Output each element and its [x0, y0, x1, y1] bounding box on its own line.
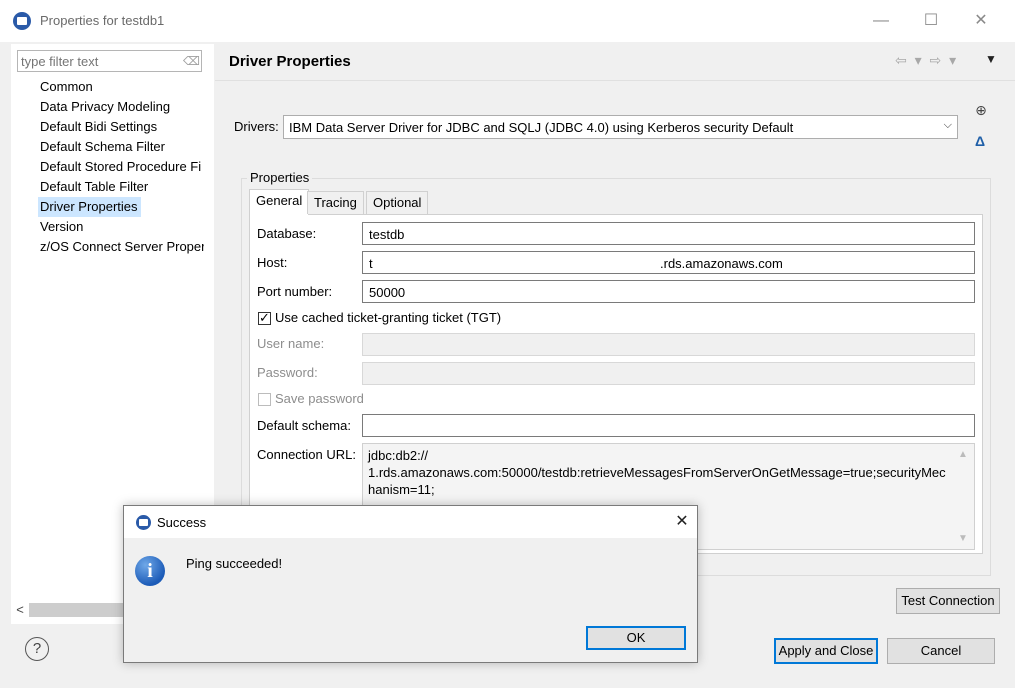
database-label: Database:: [257, 226, 317, 241]
filter-input[interactable]: [21, 52, 181, 70]
ok-button[interactable]: OK: [586, 626, 686, 650]
port-field[interactable]: 50000: [362, 280, 975, 303]
header-separator: [215, 80, 1015, 81]
app-icon: [13, 12, 31, 30]
scroll-left-icon[interactable]: <: [11, 601, 29, 619]
connection-url-line-2: 1.rds.amazonaws.com:50000/testdb:retriev…: [368, 465, 946, 480]
save-password-checkbox[interactable]: [258, 393, 271, 406]
tree-item-version[interactable]: Version: [38, 217, 204, 237]
tab-general[interactable]: General: [249, 189, 310, 215]
tree-item-common[interactable]: Common: [38, 77, 204, 97]
use-tgt-label: Use cached ticket-granting ticket (TGT): [275, 310, 502, 325]
tree-item-data-privacy-modeling[interactable]: Data Privacy Modeling: [38, 97, 204, 117]
page-title: Driver Properties: [229, 53, 351, 70]
tab-optional[interactable]: Optional: [366, 191, 429, 214]
port-label: Port number:: [257, 284, 333, 299]
tree-item-default-table-filter[interactable]: Default Table Filter: [38, 177, 204, 197]
new-driver-icon[interactable]: ⊕: [972, 101, 990, 119]
chevron-down-icon: ⌵: [943, 119, 952, 131]
port-value: 50000: [369, 285, 406, 300]
host-value-suffix: .rds.amazonaws.com: [660, 256, 783, 271]
drivers-select[interactable]: IBM Data Server Driver for JDBC and SQLJ…: [283, 115, 958, 139]
help-icon[interactable]: ?: [25, 637, 49, 661]
connection-url-label: Connection URL:: [257, 447, 356, 462]
default-schema-field[interactable]: [362, 414, 975, 437]
use-tgt-checkbox[interactable]: [258, 310, 271, 326]
database-value: testdb: [369, 227, 405, 242]
window-title: Properties for testdb1: [40, 13, 165, 28]
tree-item-zos-connect-server-properties[interactable]: z/OS Connect Server Proper: [38, 237, 204, 257]
tab-tracing[interactable]: Tracing: [307, 191, 364, 214]
clear-filter-icon[interactable]: ⌫: [183, 53, 200, 69]
dialog-app-icon: [136, 515, 151, 530]
edit-driver-icon[interactable]: Δ: [971, 132, 989, 150]
tree-item-default-schema-filter[interactable]: Default Schema Filter: [38, 137, 204, 157]
info-icon: i: [135, 556, 165, 586]
save-password-label: Save password: [275, 391, 364, 406]
password-label: Password:: [257, 365, 318, 380]
back-forward-icons[interactable]: ⇦ ▾ ⇨ ▾: [895, 52, 958, 69]
scroll-up-icon[interactable]: ▲: [958, 449, 968, 460]
host-value-prefix: t: [369, 256, 373, 271]
connection-url-line-1: jdbc:db2://: [368, 448, 428, 463]
user-name-label: User name:: [257, 336, 325, 351]
dialog-message: Ping succeeded!: [186, 556, 283, 571]
dialog-title: Success: [157, 515, 207, 530]
tree-item-driver-properties[interactable]: Driver Properties: [38, 197, 141, 217]
apply-and-close-button[interactable]: Apply and Close: [774, 638, 878, 664]
drivers-label: Drivers:: [234, 119, 279, 134]
dialog-title-bar: [124, 506, 697, 538]
tree-item-default-stored-procedure-filter[interactable]: Default Stored Procedure Fi: [38, 157, 204, 177]
host-label: Host:: [257, 255, 288, 270]
database-field[interactable]: testdb: [362, 222, 975, 245]
tree-item-default-bidi-settings[interactable]: Default Bidi Settings: [38, 117, 204, 137]
cancel-button[interactable]: Cancel: [887, 638, 995, 664]
close-icon[interactable]: ✕: [966, 8, 996, 34]
host-field[interactable]: t .rds.amazonaws.com: [362, 251, 975, 274]
test-connection-button[interactable]: Test Connection: [896, 588, 1000, 614]
maximize-icon[interactable]: ☐: [916, 8, 946, 34]
view-menu-icon[interactable]: ▼: [985, 52, 997, 66]
user-name-field[interactable]: [362, 333, 975, 356]
drivers-select-value: IBM Data Server Driver for JDBC and SQLJ…: [289, 120, 794, 135]
filter-box[interactable]: ⌫: [17, 50, 202, 72]
properties-group-label: Properties: [247, 170, 313, 185]
scroll-down-icon[interactable]: ▼: [958, 533, 968, 544]
connection-url-text: jdbc:db2:// 1.rds.amazonaws.com:50000/te…: [368, 447, 953, 498]
minimize-icon[interactable]: —: [866, 8, 896, 34]
default-schema-label: Default schema:: [257, 418, 351, 433]
password-field[interactable]: [362, 362, 975, 385]
dialog-close-icon[interactable]: ✕: [672, 511, 692, 531]
connection-url-line-3: hanism=11;: [368, 482, 435, 497]
